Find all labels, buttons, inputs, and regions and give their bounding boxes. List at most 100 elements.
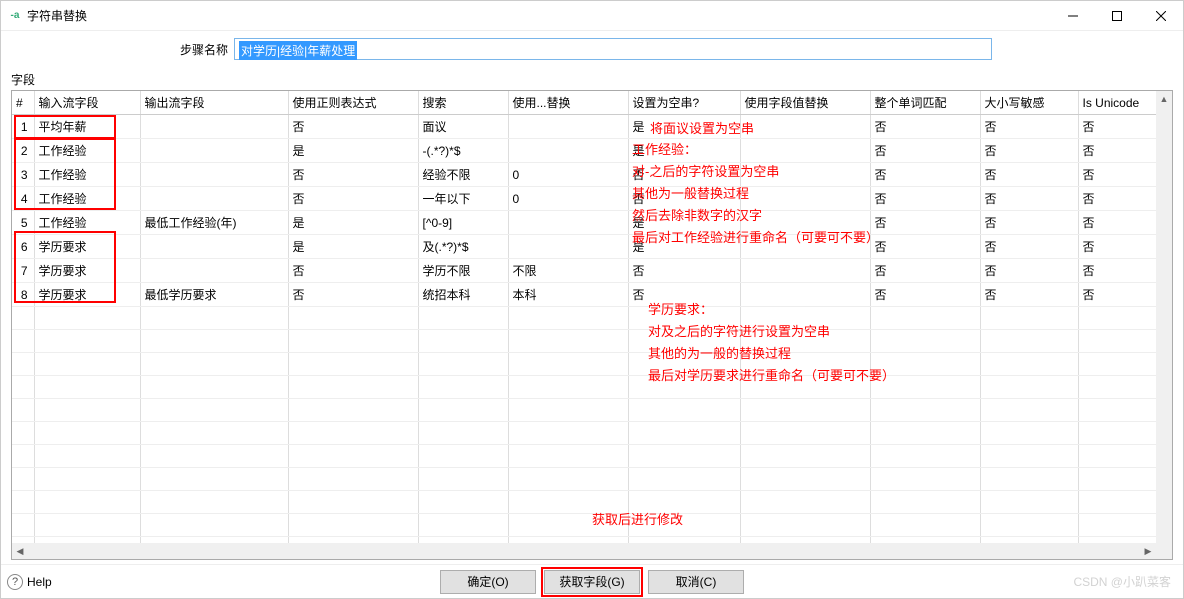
cell-out[interactable] bbox=[140, 259, 288, 283]
cell-search[interactable]: 一年以下 bbox=[418, 187, 508, 211]
cell-n[interactable]: 8 bbox=[12, 283, 34, 307]
cell-repl[interactable] bbox=[508, 211, 628, 235]
table-row-empty[interactable] bbox=[12, 468, 1173, 491]
cell-search[interactable]: -(.*?)*$ bbox=[418, 139, 508, 163]
cell-fieldrepl[interactable] bbox=[740, 139, 870, 163]
cell-repl[interactable] bbox=[508, 115, 628, 139]
table-row[interactable]: 2工作经验是-(.*?)*$是否否否 bbox=[12, 139, 1173, 163]
col-regex[interactable]: 使用正则表达式 bbox=[288, 91, 418, 115]
cell-out[interactable]: 最低工作经验(年) bbox=[140, 211, 288, 235]
cell-regex[interactable]: 否 bbox=[288, 115, 418, 139]
cell-word[interactable]: 否 bbox=[870, 187, 980, 211]
cell-search[interactable]: 面议 bbox=[418, 115, 508, 139]
cell-case[interactable]: 否 bbox=[980, 211, 1078, 235]
table-row-empty[interactable] bbox=[12, 491, 1173, 514]
table-row[interactable]: 1平均年薪否面议是否否否 bbox=[12, 115, 1173, 139]
table-row-empty[interactable] bbox=[12, 330, 1173, 353]
get-fields-button[interactable]: 获取字段(G) bbox=[544, 570, 640, 594]
cell-case[interactable]: 否 bbox=[980, 115, 1078, 139]
cell-regex[interactable]: 是 bbox=[288, 235, 418, 259]
cell-case[interactable]: 否 bbox=[980, 187, 1078, 211]
cell-out[interactable] bbox=[140, 115, 288, 139]
cell-case[interactable]: 否 bbox=[980, 139, 1078, 163]
cell-word[interactable]: 否 bbox=[870, 115, 980, 139]
col-out[interactable]: 输出流字段 bbox=[140, 91, 288, 115]
cell-repl[interactable]: 0 bbox=[508, 163, 628, 187]
table-row-empty[interactable] bbox=[12, 307, 1173, 330]
cell-in[interactable]: 学历要求 bbox=[34, 235, 140, 259]
cell-case[interactable]: 否 bbox=[980, 235, 1078, 259]
cell-n[interactable]: 4 bbox=[12, 187, 34, 211]
cell-empty[interactable]: 是 bbox=[628, 211, 740, 235]
cell-word[interactable]: 否 bbox=[870, 235, 980, 259]
cell-in[interactable]: 工作经验 bbox=[34, 163, 140, 187]
table-row[interactable]: 5工作经验最低工作经验(年)是[^0-9]是否否否 bbox=[12, 211, 1173, 235]
cell-regex[interactable]: 否 bbox=[288, 187, 418, 211]
table-row-empty[interactable] bbox=[12, 422, 1173, 445]
cell-empty[interactable]: 是 bbox=[628, 139, 740, 163]
cell-fieldrepl[interactable] bbox=[740, 259, 870, 283]
cell-regex[interactable]: 否 bbox=[288, 259, 418, 283]
scroll-left-icon[interactable]: ◀ bbox=[12, 543, 28, 559]
cell-search[interactable]: 统招本科 bbox=[418, 283, 508, 307]
col-in[interactable]: 输入流字段 bbox=[34, 91, 140, 115]
cell-word[interactable]: 否 bbox=[870, 211, 980, 235]
step-name-input[interactable]: 对学历|经验|年薪处理 bbox=[234, 38, 992, 60]
cell-empty[interactable]: 否 bbox=[628, 163, 740, 187]
cell-search[interactable]: [^0-9] bbox=[418, 211, 508, 235]
cell-repl[interactable] bbox=[508, 139, 628, 163]
scroll-up-icon[interactable]: ▲ bbox=[1156, 91, 1172, 107]
cell-case[interactable]: 否 bbox=[980, 283, 1078, 307]
cell-n[interactable]: 7 bbox=[12, 259, 34, 283]
cell-regex[interactable]: 是 bbox=[288, 211, 418, 235]
cell-in[interactable]: 学历要求 bbox=[34, 259, 140, 283]
cell-out[interactable] bbox=[140, 235, 288, 259]
cell-empty[interactable]: 否 bbox=[628, 259, 740, 283]
col-empty[interactable]: 设置为空串? bbox=[628, 91, 740, 115]
cell-case[interactable]: 否 bbox=[980, 163, 1078, 187]
cell-n[interactable]: 5 bbox=[12, 211, 34, 235]
maximize-button[interactable] bbox=[1095, 1, 1139, 31]
cell-fieldrepl[interactable] bbox=[740, 187, 870, 211]
cell-repl[interactable]: 本科 bbox=[508, 283, 628, 307]
col-fieldrepl[interactable]: 使用字段值替换 bbox=[740, 91, 870, 115]
cell-word[interactable]: 否 bbox=[870, 163, 980, 187]
cell-fieldrepl[interactable] bbox=[740, 283, 870, 307]
minimize-button[interactable] bbox=[1051, 1, 1095, 31]
ok-button[interactable]: 确定(O) bbox=[440, 570, 536, 594]
scroll-right-icon[interactable]: ▶ bbox=[1140, 543, 1156, 559]
cell-in[interactable]: 平均年薪 bbox=[34, 115, 140, 139]
table-row-empty[interactable] bbox=[12, 353, 1173, 376]
col-search[interactable]: 搜索 bbox=[418, 91, 508, 115]
col-word[interactable]: 整个单词匹配 bbox=[870, 91, 980, 115]
table-row[interactable]: 4工作经验否一年以下0否否否否 bbox=[12, 187, 1173, 211]
table-row-empty[interactable] bbox=[12, 376, 1173, 399]
cell-out[interactable] bbox=[140, 139, 288, 163]
cell-n[interactable]: 3 bbox=[12, 163, 34, 187]
cell-search[interactable]: 学历不限 bbox=[418, 259, 508, 283]
scrollbar-horizontal[interactable]: ◀ ▶ bbox=[12, 543, 1156, 559]
cell-word[interactable]: 否 bbox=[870, 259, 980, 283]
cancel-button[interactable]: 取消(C) bbox=[648, 570, 744, 594]
close-button[interactable] bbox=[1139, 1, 1183, 31]
cell-fieldrepl[interactable] bbox=[740, 235, 870, 259]
cell-word[interactable]: 否 bbox=[870, 139, 980, 163]
col-num[interactable]: # bbox=[12, 91, 34, 115]
table-row[interactable]: 3工作经验否经验不限0否否否否 bbox=[12, 163, 1173, 187]
cell-n[interactable]: 1 bbox=[12, 115, 34, 139]
cell-fieldrepl[interactable] bbox=[740, 211, 870, 235]
cell-empty[interactable]: 否 bbox=[628, 283, 740, 307]
cell-fieldrepl[interactable] bbox=[740, 163, 870, 187]
help-button[interactable]: ? Help bbox=[7, 574, 52, 590]
cell-n[interactable]: 6 bbox=[12, 235, 34, 259]
cell-n[interactable]: 2 bbox=[12, 139, 34, 163]
cell-in[interactable]: 工作经验 bbox=[34, 187, 140, 211]
cell-empty[interactable]: 是 bbox=[628, 115, 740, 139]
cell-case[interactable]: 否 bbox=[980, 259, 1078, 283]
table-row[interactable]: 7学历要求否学历不限不限否否否否 bbox=[12, 259, 1173, 283]
scrollbar-vertical[interactable]: ▲ bbox=[1156, 91, 1172, 559]
cell-regex[interactable]: 否 bbox=[288, 163, 418, 187]
cell-empty[interactable]: 是 bbox=[628, 235, 740, 259]
cell-repl[interactable]: 不限 bbox=[508, 259, 628, 283]
table-row[interactable]: 6学历要求是及(.*?)*$是否否否 bbox=[12, 235, 1173, 259]
